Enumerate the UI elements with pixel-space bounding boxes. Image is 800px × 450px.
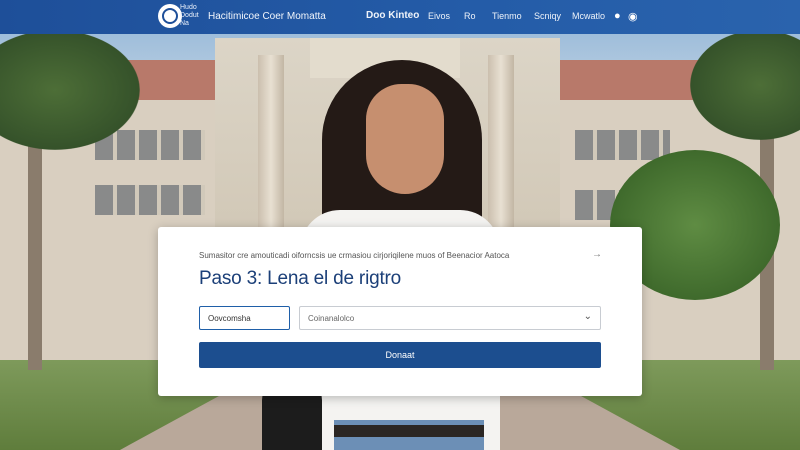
dropdown-select[interactable]: Coinanalolco ⌄	[299, 306, 601, 330]
logo-text: Hudo Dodut Na	[180, 4, 199, 27]
submit-button[interactable]: Donaat	[199, 342, 601, 368]
nav-item[interactable]: Ro	[464, 11, 476, 21]
university-logo-icon[interactable]	[158, 4, 182, 28]
text-input-value: Oovcomsha	[208, 313, 251, 323]
select-value: Coinanalolco	[308, 313, 355, 323]
registration-form-card: Sumasitor cre amouticadi oiforncsis ue c…	[158, 227, 642, 396]
windows	[95, 185, 205, 215]
nav-item[interactable]: Eivos	[428, 11, 450, 21]
nav-item-active[interactable]: Doo Kinteo	[366, 10, 419, 21]
globe-icon[interactable]: ◉	[628, 10, 638, 23]
nav-item[interactable]: Scniqy	[534, 11, 561, 21]
info-icon[interactable]: ●	[614, 10, 621, 22]
student-face	[366, 84, 444, 194]
site-name[interactable]: Hacitimicoe Coer Momatta	[208, 11, 326, 22]
top-navbar: Hudo Dodut Na Hacitimicoe Coer Momatta D…	[0, 0, 800, 34]
form-description: Sumasitor cre amouticadi oiforncsis ue c…	[199, 251, 510, 260]
windows	[575, 130, 670, 160]
nav-item[interactable]: Tienmo	[492, 11, 522, 21]
text-input[interactable]: Oovcomsha	[199, 306, 290, 330]
nav-item[interactable]: Mcwatlo	[572, 11, 605, 21]
chevron-down-icon: ⌄	[583, 311, 592, 322]
arrow-right-icon[interactable]: →	[592, 249, 602, 260]
student-belt	[334, 425, 484, 437]
form-title: Paso 3: Lena el de rigtro	[199, 268, 402, 289]
